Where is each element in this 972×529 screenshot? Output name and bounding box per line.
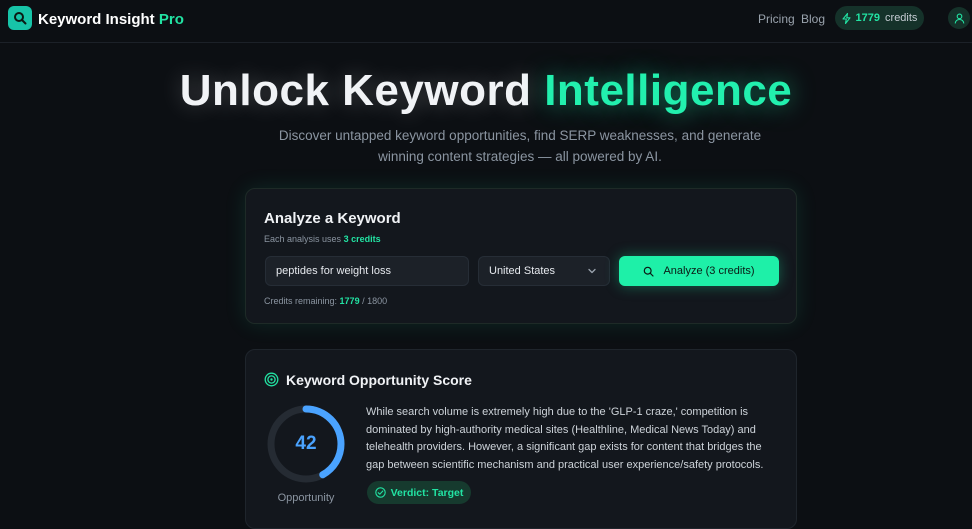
credits-badge[interactable]: 1779 credits	[835, 6, 924, 30]
hero-subtitle: Discover untapped keyword opportunities,…	[278, 128, 762, 164]
score-title: Keyword Opportunity Score	[286, 372, 472, 388]
nav-link-pricing[interactable]: Pricing	[758, 12, 795, 26]
credits-remaining-prefix: Credits remaining:	[264, 296, 338, 306]
credits-remaining: Credits remaining: 1779 / 1800	[264, 296, 387, 306]
country-select[interactable]: United States	[478, 256, 610, 286]
score-value: 42	[295, 433, 317, 454]
user-icon	[954, 13, 964, 24]
analyze-button-label: Analyze (3 credits)	[663, 265, 755, 277]
chevron-down-icon	[588, 268, 596, 274]
credits-label: credits	[885, 12, 918, 24]
analyze-button[interactable]: Analyze (3 credits)	[619, 256, 779, 286]
check-circle-icon	[374, 487, 386, 498]
hero-title-main: Unlock Keyword	[179, 66, 532, 115]
nav-link-blog[interactable]: Blog	[801, 12, 825, 26]
brand-name[interactable]: Keyword Insight Pro	[38, 11, 184, 28]
analyze-title: Analyze a Keyword	[264, 210, 401, 227]
analyze-cost-note: Each analysis uses 3 credits	[264, 234, 381, 244]
avatar[interactable]	[948, 7, 970, 29]
search-icon	[14, 12, 27, 25]
search-icon	[644, 266, 655, 277]
score-description: While search volume is extremely high du…	[366, 406, 764, 471]
country-select-value: United States	[489, 265, 556, 277]
credits-count: 1779	[855, 12, 881, 24]
hero-title-accent: Intelligence	[544, 66, 793, 115]
brand-pro-label: Pro	[158, 11, 184, 28]
logo-badge[interactable]	[8, 6, 32, 30]
credits-remaining-total: / 1800	[362, 296, 388, 306]
analyze-cost-value: 3 credits	[343, 234, 381, 244]
analyze-card: Analyze a Keyword Each analysis uses 3 c…	[245, 188, 797, 324]
credits-remaining-value: 1779	[339, 296, 360, 306]
hero-title: Unlock Keyword Intelligence	[0, 66, 972, 116]
top-nav: Keyword Insight Pro Pricing Blog 1779 cr…	[0, 0, 972, 43]
score-label: Opportunity	[277, 492, 335, 504]
opportunity-score-card: Keyword Opportunity Score 42 Opportunity…	[245, 349, 797, 529]
target-icon	[264, 372, 279, 387]
verdict-badge: Verdict: Target	[367, 481, 471, 504]
bolt-icon	[841, 12, 851, 24]
verdict-label: Verdict: Target	[390, 486, 464, 499]
keyword-input[interactable]	[265, 256, 469, 286]
analyze-cost-prefix: Each analysis uses	[264, 234, 342, 244]
brand-name-text: Keyword Insight	[38, 11, 155, 28]
